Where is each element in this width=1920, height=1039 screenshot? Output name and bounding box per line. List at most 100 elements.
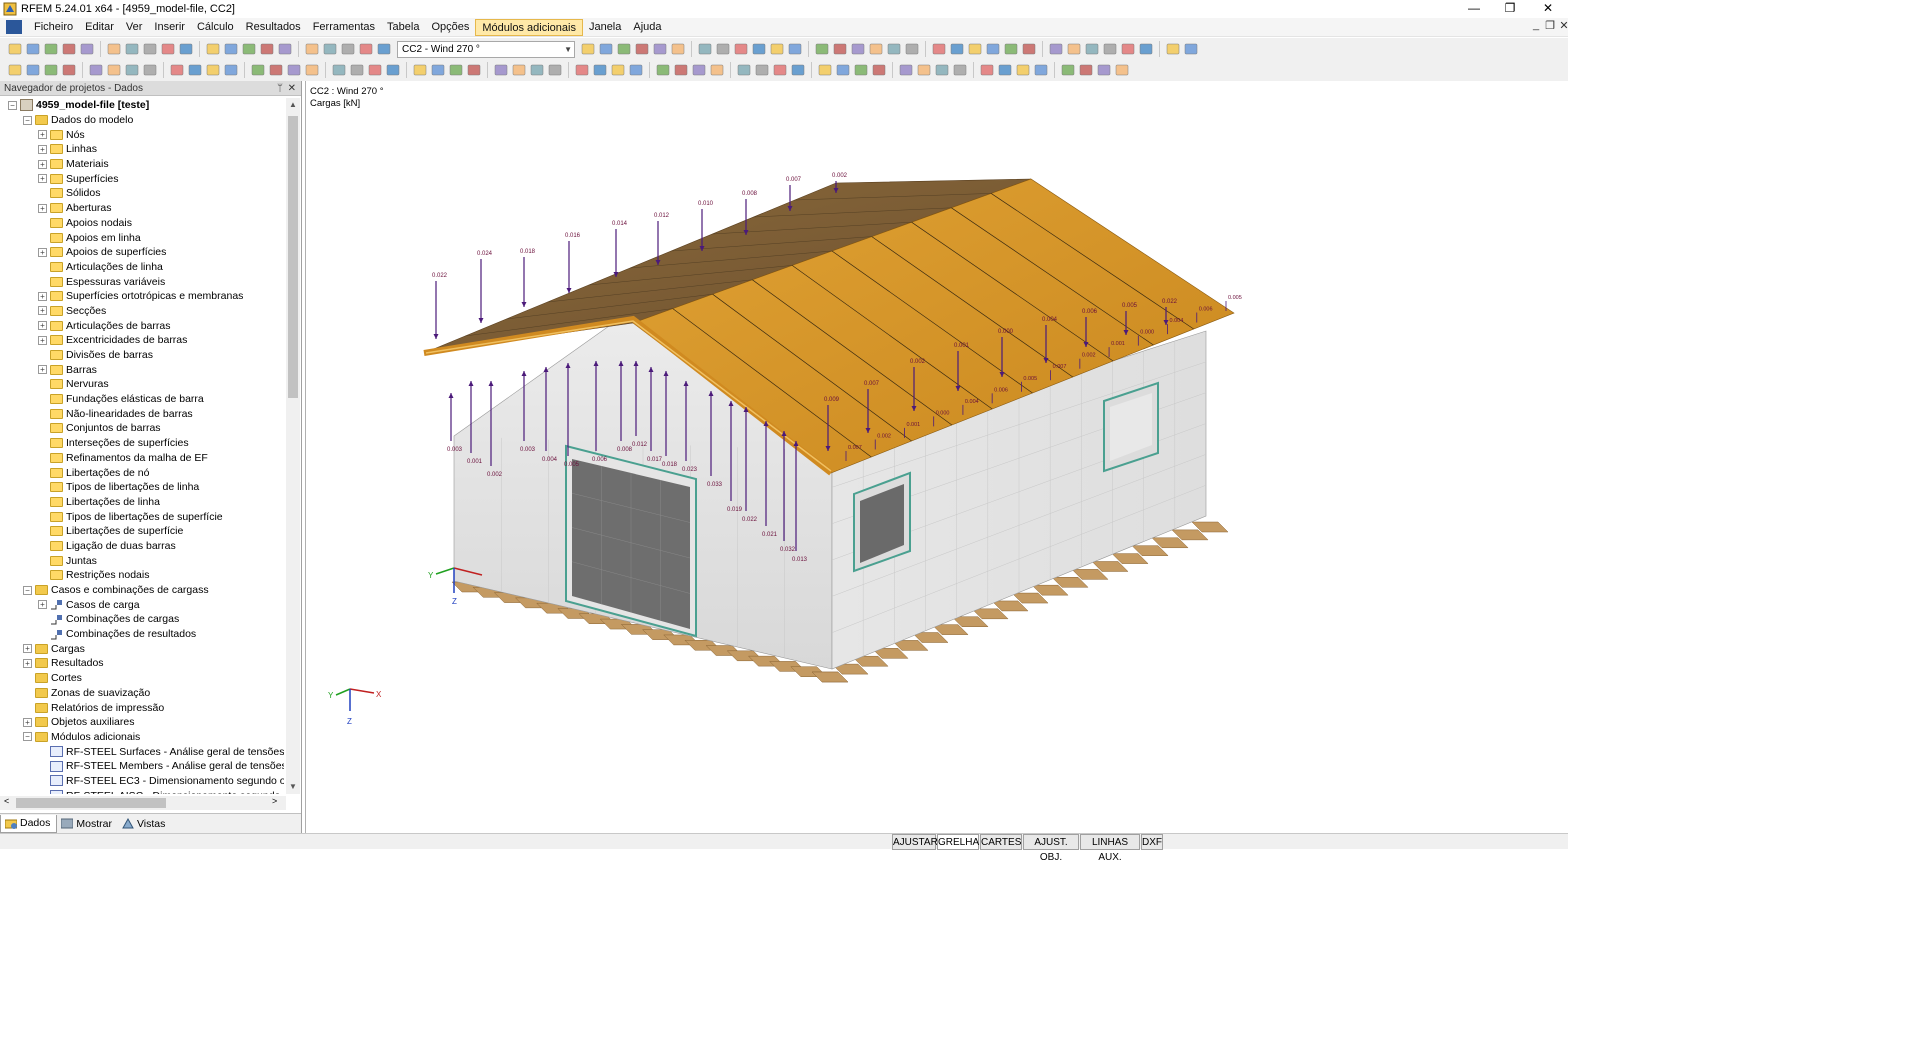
- status-toggle-0[interactable]: AJUSTAR: [892, 834, 938, 850]
- toolbar-button-19-icon[interactable]: [376, 41, 392, 57]
- toolbar-button-101-icon[interactable]: [835, 62, 851, 78]
- document-icon[interactable]: [6, 20, 22, 34]
- expand-icon[interactable]: +: [38, 365, 47, 375]
- tree-item-model-24[interactable]: Tipos de libertações de linha: [0, 480, 284, 495]
- toolbar-button-114-icon[interactable]: [1096, 62, 1112, 78]
- toolbar-button-0-icon[interactable]: [7, 41, 23, 57]
- toolbar-button-70-icon[interactable]: [205, 62, 221, 78]
- menu-item-2[interactable]: Ver: [120, 19, 149, 36]
- chevron-down-icon[interactable]: ▼: [564, 42, 572, 57]
- toolbar-button-66-icon[interactable]: [124, 62, 140, 78]
- toolbar-button-111-icon[interactable]: [1033, 62, 1049, 78]
- toolbar-button-113-icon[interactable]: [1078, 62, 1094, 78]
- tree-item-model-26[interactable]: Tipos de libertações de superfície: [0, 509, 284, 524]
- tree-item-model-28[interactable]: Ligação de duas barras: [0, 539, 284, 554]
- tree-item-addon-1[interactable]: RF-STEEL Members - Análise geral de tens…: [0, 759, 284, 774]
- toolbar-button-71-icon[interactable]: [223, 62, 239, 78]
- toolbar-button-34-icon[interactable]: [850, 41, 866, 57]
- tree-item-model-0[interactable]: + Nós: [0, 127, 284, 142]
- menu-item-5[interactable]: Resultados: [240, 19, 307, 36]
- expand-icon[interactable]: +: [38, 203, 47, 213]
- toolbar-button-32-icon[interactable]: [814, 41, 830, 57]
- toolbar-button-89-icon[interactable]: [592, 62, 608, 78]
- toolbar-button-10-icon[interactable]: [205, 41, 221, 57]
- tree-item-model-27[interactable]: Libertações de superfície: [0, 524, 284, 539]
- toolbar-button-110-icon[interactable]: [1015, 62, 1031, 78]
- toolbar-button-1-icon[interactable]: [25, 41, 41, 57]
- maximize-button[interactable]: ❐: [1492, 0, 1528, 18]
- tree-item-model-4[interactable]: Sólidos: [0, 186, 284, 201]
- menu-item-11[interactable]: Ajuda: [627, 19, 667, 36]
- toolbar-button-78-icon[interactable]: [367, 62, 383, 78]
- scroll-down-icon[interactable]: ▼: [286, 780, 300, 794]
- collapse-icon[interactable]: −: [23, 732, 32, 742]
- toolbar-button-91-icon[interactable]: [628, 62, 644, 78]
- tree-item-load-2[interactable]: Combinações de resultados: [0, 627, 284, 642]
- toolbar-button-74-icon[interactable]: [286, 62, 302, 78]
- tree-item-load-cases[interactable]: − Casos e combinações de cargass: [0, 583, 284, 598]
- scroll-right-icon[interactable]: >: [272, 796, 277, 806]
- toolbar-button-36-icon[interactable]: [886, 41, 902, 57]
- tree-item-model-15[interactable]: Divisões de barras: [0, 348, 284, 363]
- tree-item-top-1[interactable]: + Resultados: [0, 656, 284, 671]
- toolbar-button-65-icon[interactable]: [106, 62, 122, 78]
- toolbar-button-75-icon[interactable]: [304, 62, 320, 78]
- toolbar-button-3-icon[interactable]: [61, 41, 77, 57]
- tree-item-model-23[interactable]: Libertações de nó: [0, 465, 284, 480]
- tree-item-model-3[interactable]: + Superfícies: [0, 171, 284, 186]
- tree-item-top-4[interactable]: Relatórios de impressão: [0, 700, 284, 715]
- toolbar-button-67-icon[interactable]: [142, 62, 158, 78]
- tree-item-model-12[interactable]: + Secções: [0, 304, 284, 319]
- tree-item-model-8[interactable]: + Apoios de superfícies: [0, 245, 284, 260]
- expand-icon[interactable]: +: [38, 600, 47, 610]
- toolbar-button-25-icon[interactable]: [670, 41, 686, 57]
- tree-item-load-0[interactable]: + Casos de carga: [0, 597, 284, 612]
- toolbar-button-112-icon[interactable]: [1060, 62, 1076, 78]
- toolbar-button-69-icon[interactable]: [187, 62, 203, 78]
- toolbar-button-29-icon[interactable]: [751, 41, 767, 57]
- toolbar-button-90-icon[interactable]: [610, 62, 626, 78]
- tree-item-addon-2[interactable]: RF-STEEL EC3 - Dimensionamento segundo o…: [0, 774, 284, 789]
- tree-item-addon-0[interactable]: RF-STEEL Surfaces - Análise geral de ten…: [0, 744, 284, 759]
- toolbar-button-9-icon[interactable]: [178, 41, 194, 57]
- tree-item-model-14[interactable]: + Excentricidades de barras: [0, 333, 284, 348]
- expand-icon[interactable]: +: [38, 159, 47, 169]
- toolbar-button-13-icon[interactable]: [259, 41, 275, 57]
- toolbar-button-97-icon[interactable]: [754, 62, 770, 78]
- toolbar-button-15-icon[interactable]: [304, 41, 320, 57]
- tree-item-load-1[interactable]: Combinações de cargas: [0, 612, 284, 627]
- navigator-close-icon[interactable]: ✕: [288, 81, 296, 96]
- toolbar-button-43-icon[interactable]: [1021, 41, 1037, 57]
- toolbar-button-100-icon[interactable]: [817, 62, 833, 78]
- tree-item-model-18[interactable]: Fundações elásticas de barra: [0, 392, 284, 407]
- toolbar-button-99-icon[interactable]: [790, 62, 806, 78]
- expand-icon[interactable]: +: [38, 335, 47, 345]
- toolbar-button-23-icon[interactable]: [634, 41, 650, 57]
- toolbar-button-51-icon[interactable]: [1183, 41, 1199, 57]
- toolbar-button-73-icon[interactable]: [268, 62, 284, 78]
- menu-item-9[interactable]: Módulos adicionais: [475, 18, 583, 36]
- hscroll-thumb[interactable]: [16, 798, 166, 808]
- toolbar-button-21-icon[interactable]: [598, 41, 614, 57]
- toolbar-button-61-icon[interactable]: [25, 62, 41, 78]
- expand-icon[interactable]: +: [38, 130, 47, 140]
- toolbar-button-33-icon[interactable]: [832, 41, 848, 57]
- collapse-icon[interactable]: −: [23, 115, 32, 125]
- tree-item-top-5[interactable]: + Objetos auxiliares: [0, 715, 284, 730]
- tree-item-model-7[interactable]: Apoios em linha: [0, 230, 284, 245]
- toolbar-button-72-icon[interactable]: [250, 62, 266, 78]
- toolbar-button-76-icon[interactable]: [331, 62, 347, 78]
- collapse-icon[interactable]: −: [8, 100, 17, 110]
- toolbar-button-7-icon[interactable]: [142, 41, 158, 57]
- tree-item-model-20[interactable]: Conjuntos de barras: [0, 421, 284, 436]
- toolbar-button-92-icon[interactable]: [655, 62, 671, 78]
- menu-item-4[interactable]: Cálculo: [191, 19, 240, 36]
- toolbar-button-50-icon[interactable]: [1165, 41, 1181, 57]
- toolbar-button-35-icon[interactable]: [868, 41, 884, 57]
- toolbar-button-60-icon[interactable]: [7, 62, 23, 78]
- toolbar-button-28-icon[interactable]: [733, 41, 749, 57]
- toolbar-button-27-icon[interactable]: [715, 41, 731, 57]
- toolbar-button-6-icon[interactable]: [124, 41, 140, 57]
- tree-item-addons[interactable]: − Módulos adicionais: [0, 730, 284, 745]
- scroll-thumb[interactable]: [288, 116, 298, 398]
